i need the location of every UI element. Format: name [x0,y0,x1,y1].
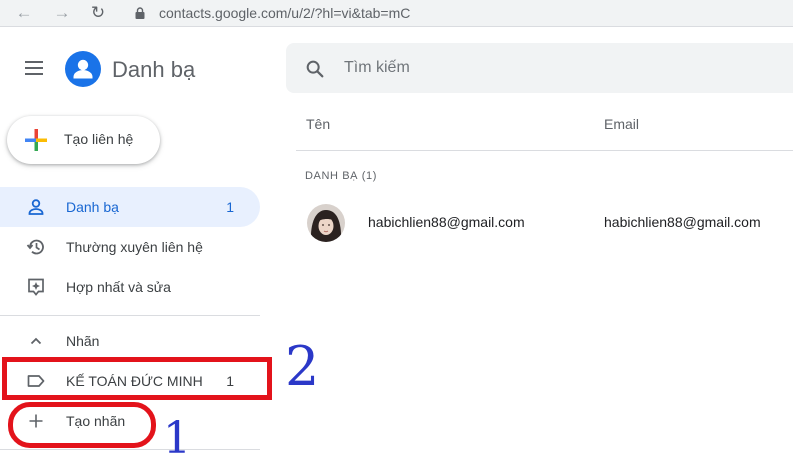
sidebar-item-frequent[interactable]: Thường xuyên liên hệ [0,227,260,267]
contact-name: habichlien88@gmail.com [368,214,525,230]
search-bar[interactable] [286,43,793,93]
labels-section-toggle[interactable]: Nhãn [0,321,260,361]
annotation-number-1: 1 [163,413,191,464]
header-divider [296,150,793,151]
chevron-up-icon [30,337,42,345]
browser-toolbar: ← → ↻ contacts.google.com/u/2/?hl=vi&tab… [0,0,793,27]
lock-icon [135,7,145,19]
url-text: contacts.google.com/u/2/?hl=vi&tab=mC [159,5,411,21]
merge-fix-icon [28,278,44,296]
avatar[interactable] [307,204,345,242]
sidebar-divider [0,449,260,450]
reload-icon[interactable]: ↻ [88,3,108,23]
sidebar-item-label: Thường xuyên liên hệ [66,239,203,255]
sidebar-item-merge[interactable]: Hợp nhất và sửa [0,267,260,307]
forward-arrow-icon[interactable]: → [52,3,72,23]
sidebar-item-label: Danh bạ [66,199,119,215]
sidebar-item-contacts[interactable]: Danh bạ 1 [0,187,260,227]
sidebar-item-count: 1 [226,199,234,215]
create-contact-label: Tạo liên hệ [64,131,134,147]
contacts-section-label: DANH BẠ (1) [305,170,377,182]
search-input[interactable] [344,57,764,79]
annotation-highlight-label [2,357,272,400]
hamburger-menu-icon[interactable] [25,61,45,77]
colorful-plus-icon [25,129,47,151]
column-header-name[interactable]: Tên [306,116,330,132]
sidebar-divider [0,315,260,316]
person-icon [28,199,44,215]
contact-email: habichlien88@gmail.com [604,214,761,230]
history-icon [26,239,44,255]
labels-header: Nhãn [66,333,100,349]
annotation-highlight-create-label [8,402,156,448]
table-row[interactable]: habichlien88@gmail.com habichlien88@gmai… [290,200,793,246]
back-arrow-icon[interactable]: ← [14,3,34,23]
app-title: Danh bạ [112,57,196,82]
address-bar[interactable]: contacts.google.com/u/2/?hl=vi&tab=mC [125,0,793,26]
contacts-logo-icon [65,51,101,87]
column-header-email[interactable]: Email [604,116,639,132]
search-icon[interactable] [304,58,326,80]
create-contact-button[interactable]: Tạo liên hệ [7,116,160,164]
annotation-number-2: 2 [285,335,320,398]
sidebar-item-label: Hợp nhất và sửa [66,279,171,295]
